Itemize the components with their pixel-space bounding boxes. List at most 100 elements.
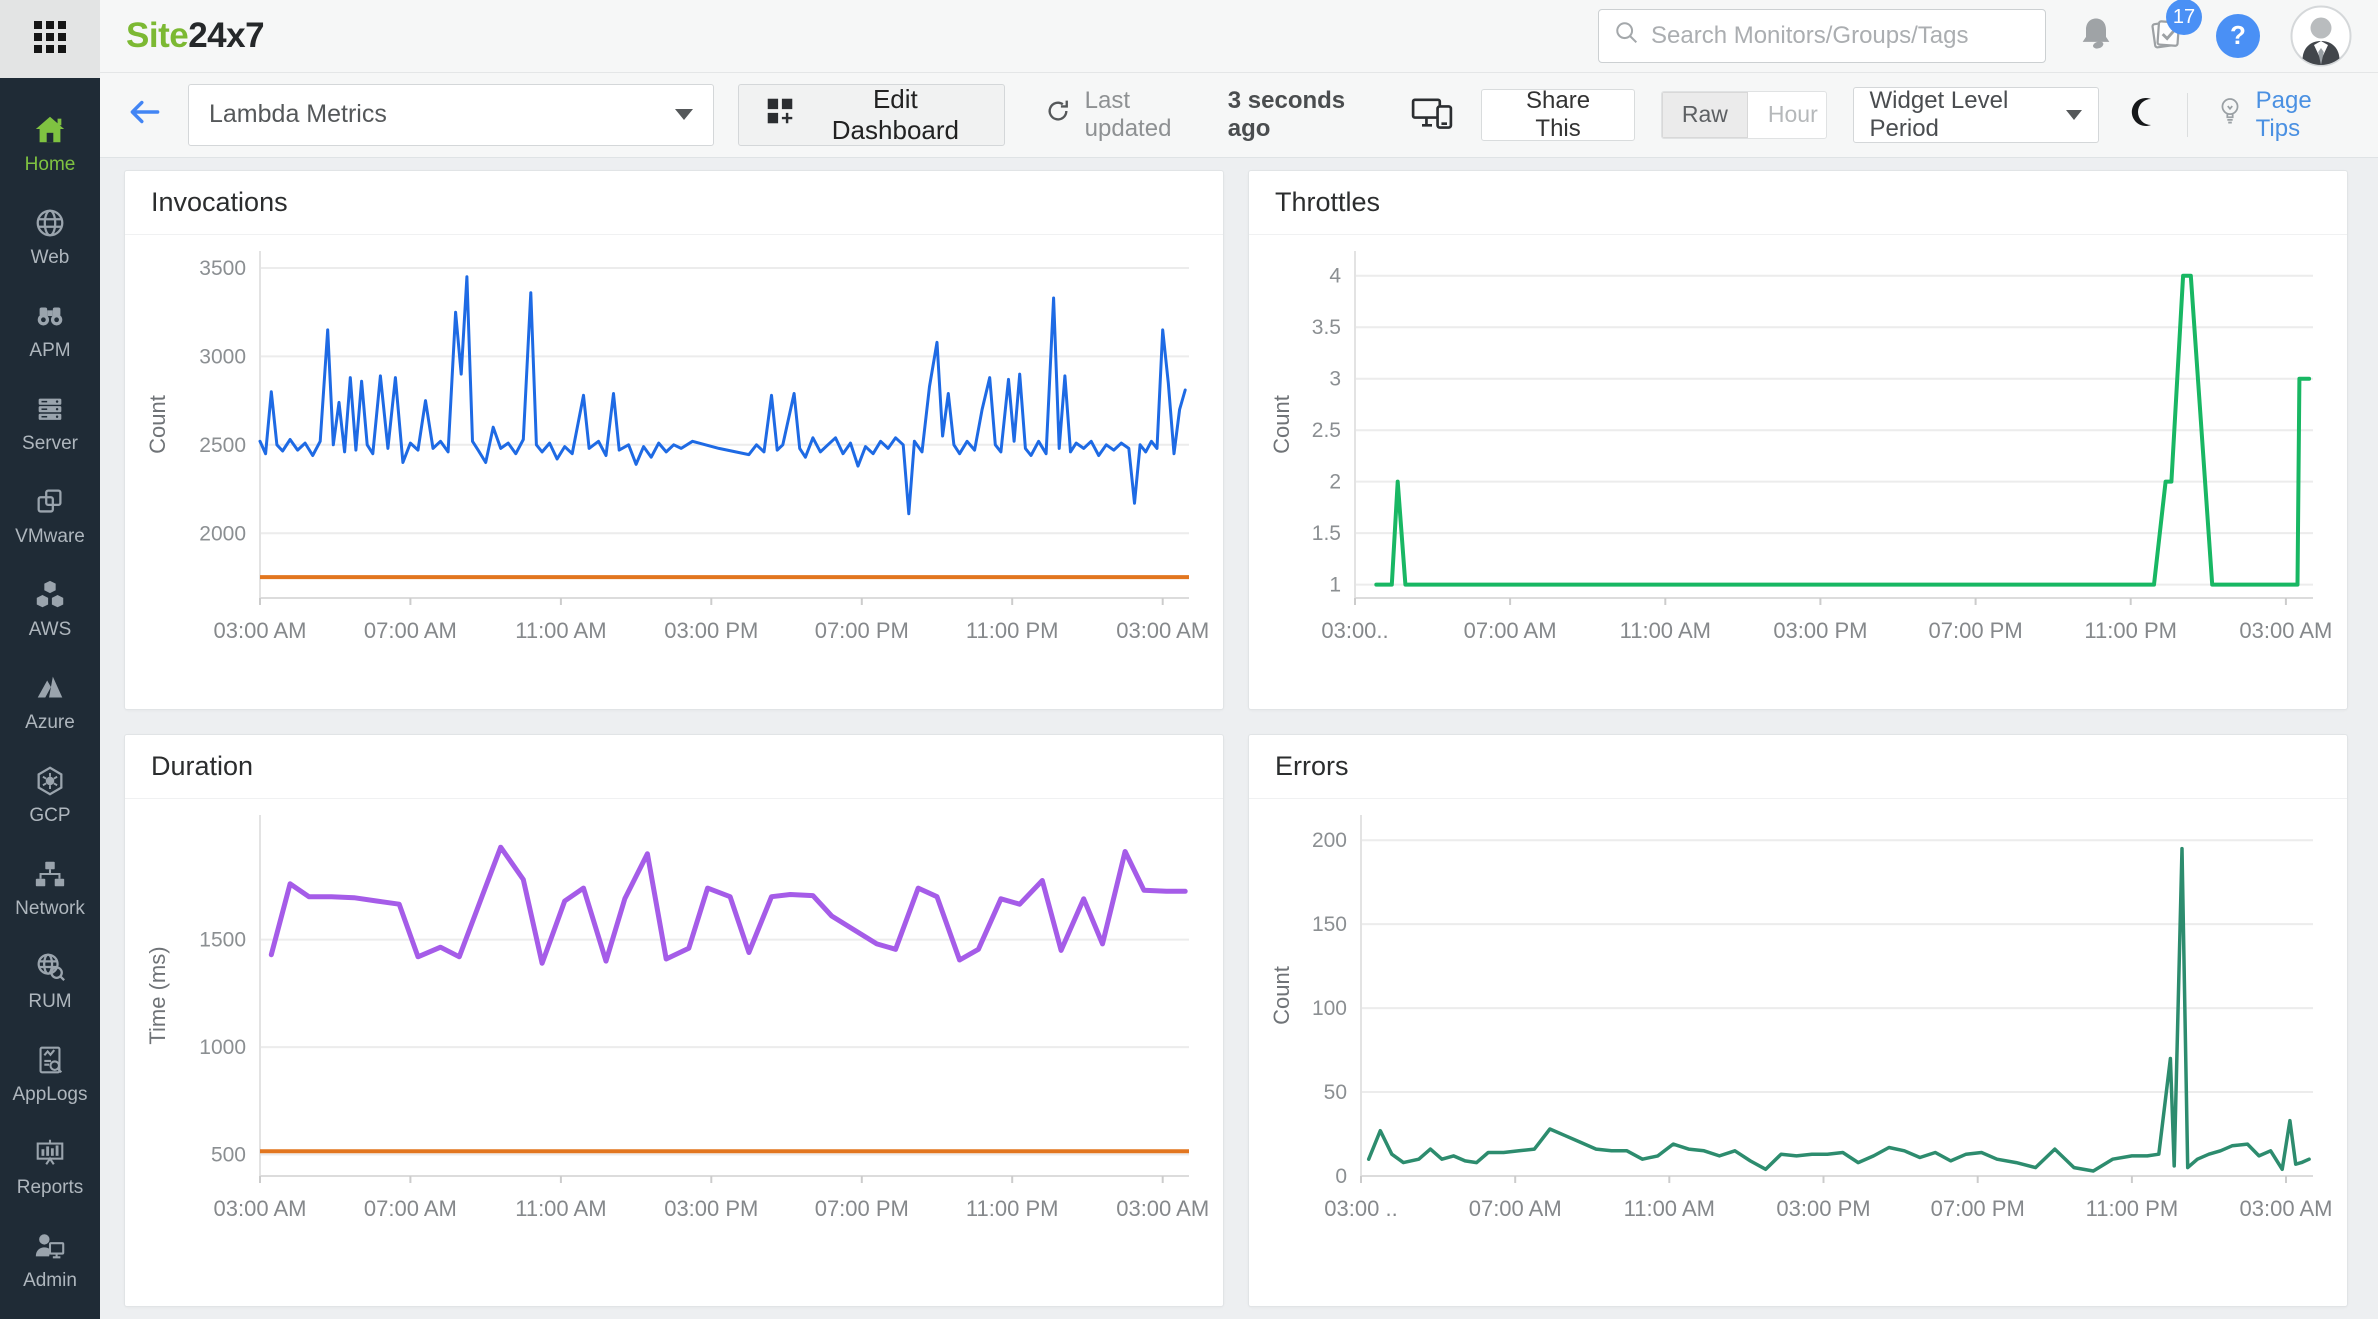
svg-text:1000: 1000 (199, 1036, 246, 1059)
sidebar-item-azure[interactable]: Azure (0, 656, 100, 749)
svg-text:03:00 PM: 03:00 PM (664, 618, 758, 643)
devices-view-button[interactable] (1409, 92, 1455, 137)
sidebar-item-server[interactable]: Server (0, 377, 100, 470)
dashboard-selector[interactable]: Lambda Metrics (188, 83, 715, 146)
sidebar-item-vmware[interactable]: VMware (0, 470, 100, 563)
svg-text:11:00 PM: 11:00 PM (966, 618, 1059, 643)
svg-text:03:00 PM: 03:00 PM (1773, 618, 1867, 643)
svg-text:2000: 2000 (199, 522, 246, 545)
back-button[interactable] (126, 93, 164, 136)
mode-raw-label: Raw (1681, 101, 1728, 128)
notifications-button[interactable] (2076, 13, 2116, 58)
widget-level-period-select[interactable]: Widget Level Period (1852, 86, 2099, 143)
throttles-card: Throttles 1 1.5 2 2.5 3 3.5 4 03:00.. 07:00 AM 11… (1248, 170, 2348, 710)
dashboard-selector-value: Lambda Metrics (209, 100, 387, 129)
throttles-chart: 1 1.5 2 2.5 3 3.5 4 03:00.. 07:00 AM 11:00 AM 03:0… (1249, 235, 2347, 709)
sidebar-item-admin[interactable]: Admin (0, 1214, 100, 1307)
svg-text:11:00 PM: 11:00 PM (2086, 1196, 2179, 1221)
applogs-icon (33, 1043, 67, 1077)
share-this-button[interactable]: Share This (1481, 86, 1635, 142)
app-grid-button[interactable] (0, 0, 100, 78)
svg-text:Time (ms): Time (ms) (145, 946, 170, 1044)
search-input[interactable] (1651, 21, 2031, 50)
svg-text:03:00 PM: 03:00 PM (1776, 1196, 1870, 1221)
home-icon (33, 113, 67, 147)
server-icon (33, 392, 67, 426)
gcp-icon (33, 764, 67, 798)
back-arrow-icon (126, 93, 164, 136)
svg-text:03:00 AM: 03:00 AM (214, 1196, 307, 1221)
page-tips-label: Page Tips (2255, 86, 2312, 142)
svg-text:Count: Count (1269, 966, 1294, 1025)
svg-text:Count: Count (145, 395, 170, 454)
duration-chart: 500 1000 1500 03:00 AM 07:00 AM 11:00 AM 03:00… (125, 799, 1223, 1306)
svg-text:07:00 AM: 07:00 AM (364, 618, 457, 643)
devices-icon (1409, 92, 1455, 137)
sidebar-item-apm[interactable]: APM (0, 284, 100, 377)
mode-raw[interactable]: Raw (1661, 91, 1748, 138)
svg-text:500: 500 (211, 1144, 246, 1167)
widget-level-period-label: Widget Level Period (1869, 86, 2009, 142)
sidebar-item-home[interactable]: Home (0, 98, 100, 191)
site24x7-logo[interactable]: Site24x7 (126, 15, 265, 56)
chevron-down-icon (2065, 109, 2082, 120)
sidebar-item-reports[interactable]: Reports (0, 1121, 100, 1214)
dark-mode-toggle[interactable] (2125, 94, 2161, 135)
mode-hour-label: Hour (1767, 101, 1818, 128)
svg-text:11:00 PM: 11:00 PM (2084, 618, 2177, 643)
refresh-icon[interactable] (1043, 96, 1073, 133)
invocations-card: Invocations 2000 2500 3000 3500 03:00 AM 07:0… (124, 170, 1224, 710)
svg-text:Count: Count (1269, 395, 1294, 454)
svg-text:07:00 PM: 07:00 PM (1929, 618, 2023, 643)
sidebar-item-network[interactable]: Network (0, 842, 100, 935)
mode-hour[interactable]: Hour (1748, 92, 1826, 138)
svg-text:07:00 AM: 07:00 AM (1469, 1196, 1562, 1221)
page-tips-button[interactable]: Page Tips (2214, 87, 2352, 143)
svg-text:4: 4 (1329, 265, 1341, 288)
svg-text:3.5: 3.5 (1312, 316, 1341, 339)
dashboard-header: Lambda Metrics Edit Dashboard Last updat… (100, 72, 2378, 158)
throttles-title: Throttles (1275, 187, 1381, 217)
svg-text:11:00 PM: 11:00 PM (966, 1196, 1059, 1221)
topbar-right: 17 ? (1598, 0, 2352, 67)
logo-text-green: Site (126, 15, 189, 55)
moon-icon (2125, 94, 2161, 135)
sidebar-item-gcp[interactable]: GCP (0, 749, 100, 842)
tasks-button[interactable]: 17 (2146, 0, 2202, 58)
svg-text:3000: 3000 (199, 345, 246, 368)
svg-text:03:00 AM: 03:00 AM (2239, 618, 2332, 643)
svg-text:200: 200 (1312, 829, 1347, 852)
svg-text:2500: 2500 (199, 434, 246, 457)
errors-title: Errors (1275, 751, 1349, 781)
user-avatar[interactable] (2290, 5, 2352, 67)
search-icon (1613, 19, 1641, 52)
invocations-chart: 2000 2500 3000 3500 03:00 AM 07:00 AM 11:00 AM… (125, 235, 1223, 709)
sidebar-item-web[interactable]: Web (0, 191, 100, 284)
svg-text:07:00 AM: 07:00 AM (364, 1196, 457, 1221)
edit-dashboard-button[interactable]: Edit Dashboard (738, 83, 1005, 146)
last-updated-prefix: Last updated (1084, 86, 1172, 142)
sidebar-item-applogs[interactable]: AppLogs (0, 1028, 100, 1121)
dashboard-grid: Invocations 2000 2500 3000 3500 03:00 AM 07:0… (100, 158, 2378, 1319)
svg-text:3500: 3500 (199, 257, 246, 280)
svg-text:100: 100 (1312, 997, 1347, 1020)
svg-text:11:00 AM: 11:00 AM (1624, 1196, 1715, 1221)
svg-text:1: 1 (1329, 574, 1341, 597)
sidebar-item-aws[interactable]: AWS (0, 563, 100, 656)
sidebar-item-rum[interactable]: RUM (0, 935, 100, 1028)
svg-text:11:00 AM: 11:00 AM (1620, 618, 1711, 643)
svg-text:2.5: 2.5 (1312, 419, 1341, 442)
help-button[interactable]: ? (2216, 13, 2260, 58)
last-updated-value: 3 seconds ago (1227, 86, 1346, 142)
svg-text:07:00 PM: 07:00 PM (815, 618, 909, 643)
tasks-count-badge: 17 (2166, 0, 2202, 36)
svg-text:11:00 AM: 11:00 AM (515, 618, 606, 643)
invocations-title: Invocations (151, 187, 288, 217)
share-this-label: Share This (1526, 86, 1591, 142)
svg-text:07:00 PM: 07:00 PM (1931, 1196, 2025, 1221)
svg-text:03:00 AM: 03:00 AM (1116, 618, 1209, 643)
period-mode-toggle: Raw Hour (1660, 90, 1827, 139)
last-updated: Last updated 3 seconds ago (1043, 87, 1386, 143)
rum-icon (33, 950, 67, 984)
svg-text:07:00 PM: 07:00 PM (815, 1196, 909, 1221)
